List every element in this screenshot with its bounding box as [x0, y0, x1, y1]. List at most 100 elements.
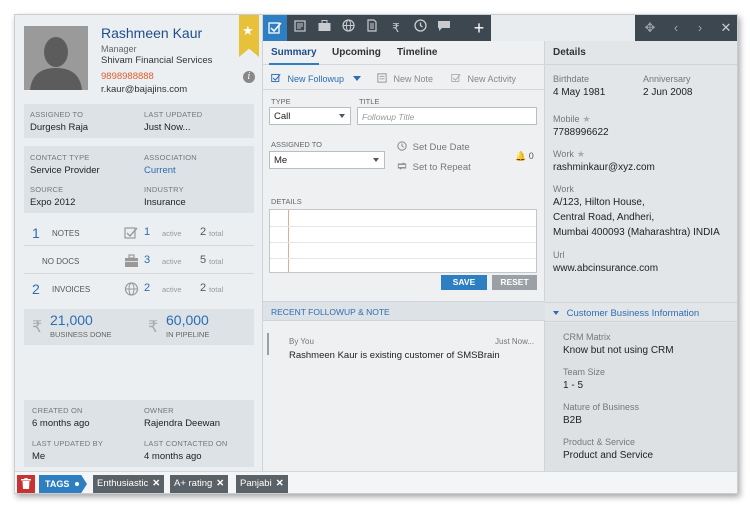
rupee-icon[interactable]: ₹ — [387, 19, 405, 37]
invoices-total-label: total — [209, 285, 224, 294]
remove-tag-icon[interactable]: ✕ — [152, 478, 160, 489]
contact-window: Rashmeen Kaur Manager Shivam Financial S… — [14, 14, 738, 494]
notes-count: 1 — [32, 225, 40, 241]
document-icon[interactable] — [363, 19, 381, 37]
mobile-label-row: Mobile ★ — [553, 114, 591, 125]
globe-icon — [124, 282, 139, 296]
recent-note-item[interactable]: By You Just Now... Rashmeen Kaur is exis… — [263, 325, 545, 363]
tab-summary[interactable]: Summary — [271, 47, 317, 58]
chevron-down-icon — [373, 158, 379, 162]
work-email-label: Work — [553, 149, 574, 159]
chevron-down-icon — [339, 114, 345, 118]
type-value: Call — [274, 111, 291, 122]
work-address-label: Work — [553, 184, 574, 194]
tag-label: Enthusiastic — [97, 478, 149, 489]
profile-card: CONTACT TYPE Service Provider ASSOCIATIO… — [24, 146, 254, 213]
activity-tabs: Summary Upcoming Timeline — [263, 41, 545, 65]
close-icon[interactable]: ✕ — [717, 19, 735, 37]
source-value: Expo 2012 — [30, 197, 76, 208]
type-select[interactable]: Call — [269, 107, 351, 125]
chevron-left-icon[interactable]: ‹ — [667, 19, 685, 37]
remove-tag-icon[interactable]: ✕ — [216, 478, 224, 489]
notes-icon[interactable] — [291, 19, 309, 37]
chat-icon[interactable] — [435, 19, 453, 37]
new-activity-tab[interactable]: New Activity — [451, 73, 516, 84]
tag-label: Panjabi — [240, 478, 272, 489]
star-icon[interactable]: ★ — [577, 149, 585, 159]
type-label: TYPE — [271, 97, 291, 106]
customer-business-info-header[interactable]: Customer Business Information — [545, 302, 737, 322]
chevron-right-icon[interactable]: › — [691, 19, 709, 37]
new-note-tab[interactable]: New Note — [377, 73, 433, 84]
address-line-2: Central Road, Andheri, — [553, 212, 655, 223]
set-due-date-label: Set Due Date — [412, 142, 470, 153]
favorite-bookmark[interactable]: ★ — [239, 15, 259, 57]
tag-chip[interactable]: Enthusiastic ✕ — [93, 475, 165, 493]
birthdate-label: Birthdate — [553, 74, 590, 84]
assigned-to-value: Me — [274, 155, 288, 166]
tab-upcoming[interactable]: Upcoming — [332, 47, 381, 58]
invoices-count: 2 — [32, 281, 40, 297]
tab-timeline[interactable]: Timeline — [397, 47, 437, 58]
briefcase-icon[interactable] — [315, 19, 333, 37]
owner-label: OWNER — [144, 406, 174, 415]
new-followup-tab[interactable]: New Followup — [271, 73, 361, 84]
notes-stat-row[interactable]: 1 NOTES 1 active 2 total — [24, 220, 254, 246]
set-due-date-link[interactable]: Set Due Date — [397, 141, 470, 153]
work-email-value[interactable]: rashminkaur@xyz.com — [553, 162, 655, 173]
check-square-icon — [271, 73, 281, 83]
alarm-toggle[interactable]: 🔔 0 — [515, 151, 534, 162]
star-icon[interactable]: ★ — [583, 114, 591, 124]
docs-total-count: 5 — [200, 254, 207, 266]
recent-followup-header: RECENT FOLLOWUP & NOTE — [263, 301, 545, 321]
contact-type-label: CONTACT TYPE — [30, 153, 90, 162]
last-updated-label: LAST UPDATED — [144, 110, 203, 119]
revenue-summary: ₹ 21,000 BUSINESS DONE ₹ 60,000 IN PIPEL… — [24, 309, 254, 345]
note-icon — [377, 73, 387, 83]
tag-chip[interactable]: Panjabi ✕ — [236, 475, 288, 493]
rupee-icon: ₹ — [32, 319, 43, 336]
anniversary-value: 2 Jun 2008 — [643, 87, 693, 98]
details-header: Details — [545, 41, 737, 65]
assigned-to-select[interactable]: Me — [269, 151, 385, 169]
alarm-count: 0 — [528, 151, 534, 161]
product-label: Product & Service — [563, 437, 636, 447]
new-followup-label: New Followup — [287, 74, 345, 84]
tag-chip[interactable]: A+ rating ✕ — [170, 475, 229, 493]
contact-email[interactable]: r.kaur@bajajins.com — [101, 84, 187, 95]
assigned-to-label: ASSIGNED TO — [30, 110, 84, 119]
mobile-label: Mobile — [553, 114, 580, 124]
created-on-value: 6 months ago — [32, 418, 90, 429]
notes-total-count: 2 — [200, 226, 207, 238]
remove-tag-icon[interactable]: ✕ — [276, 478, 284, 489]
active-tab-indicator — [269, 63, 319, 65]
contact-company: Shivam Financial Services — [101, 55, 213, 66]
meta-card: CREATED ON 6 months ago OWNER Rajendra D… — [24, 400, 254, 467]
crm-matrix-value: Know but not using CRM — [563, 345, 674, 356]
module-toolbar: ₹ + — [263, 15, 491, 41]
followup-check-icon[interactable] — [263, 15, 287, 41]
details-rule — [270, 226, 536, 227]
add-icon[interactable]: + — [469, 17, 489, 39]
association-label: ASSOCIATION — [144, 153, 197, 162]
history-icon[interactable] — [411, 19, 429, 37]
association-value[interactable]: Current — [144, 165, 197, 176]
details-textarea[interactable] — [269, 209, 537, 273]
save-button[interactable]: SAVE — [441, 275, 487, 290]
details-panel: Details Birthdate 4 May 1981 Anniversary… — [545, 41, 737, 471]
move-icon[interactable]: ✥ — [641, 19, 659, 37]
invoices-stat-row[interactable]: 2 INVOICES 2 active 2 total — [24, 276, 254, 302]
reset-button[interactable]: RESET — [492, 275, 537, 290]
docs-stat-row[interactable]: NO DOCS 3 active 5 total — [24, 248, 254, 274]
globe-icon[interactable] — [339, 19, 357, 37]
cbi-title: Customer Business Information — [566, 308, 700, 319]
new-activity-label: New Activity — [467, 74, 517, 84]
delete-button[interactable] — [17, 475, 35, 493]
url-value[interactable]: www.abcinsurance.com — [553, 263, 658, 274]
assigned-to-value: Durgesh Raja — [30, 122, 89, 133]
followup-title-input[interactable]: Followup Title — [357, 107, 537, 125]
contact-phone[interactable]: 9898988888 — [101, 71, 154, 82]
anniversary-label: Anniversary — [643, 74, 691, 84]
info-icon[interactable]: i — [243, 71, 255, 83]
set-to-repeat-link[interactable]: Set to Repeat — [397, 161, 471, 173]
